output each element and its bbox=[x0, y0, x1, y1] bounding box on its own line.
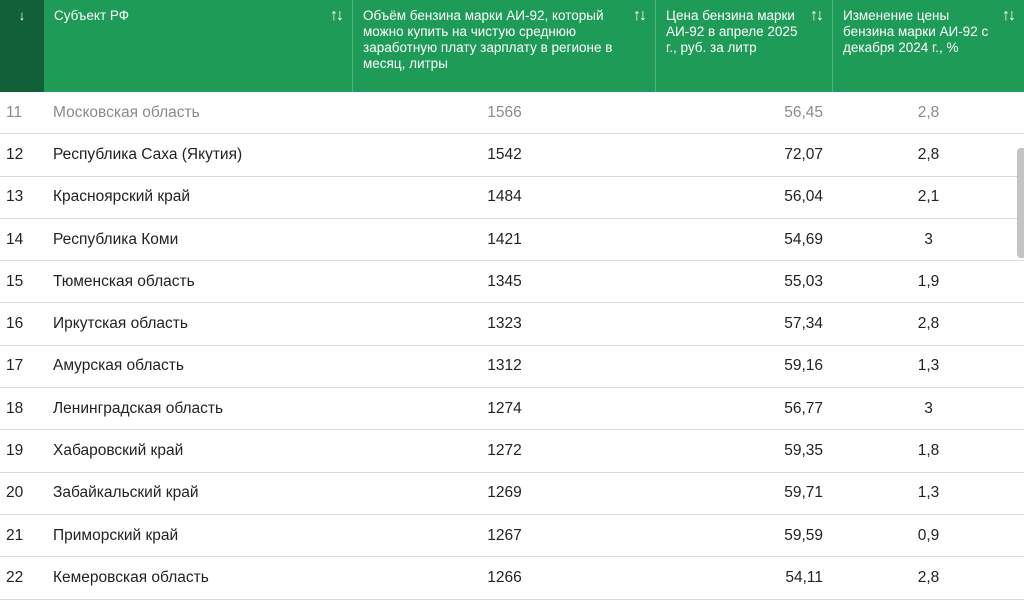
volume-cell: 1421 bbox=[487, 230, 522, 248]
region-cell: Красноярский край bbox=[53, 188, 191, 206]
table-row: 18 Ленинградская область 1274 56,77 3 bbox=[0, 388, 1024, 431]
region-cell: Ленинградская область bbox=[53, 399, 224, 417]
rank-cell: 12 bbox=[6, 145, 24, 163]
region-cell: Забайкальский край bbox=[53, 484, 199, 502]
column-header-label: Субъект РФ bbox=[54, 8, 129, 23]
table-row: 14 Республика Коми 1421 54,69 3 bbox=[0, 219, 1024, 262]
region-cell: Республика Саха (Якутия) bbox=[53, 145, 243, 163]
table-row: 22 Кемеровская область 1266 54,11 2,8 bbox=[0, 557, 1024, 600]
price-cell: 59,59 bbox=[784, 526, 823, 544]
column-header-price[interactable]: Цена бензина марки АИ-92 в апреле 2025 г… bbox=[656, 0, 833, 92]
change-cell: 1,9 bbox=[917, 272, 940, 290]
change-cell: 2,8 bbox=[917, 145, 940, 163]
price-cell: 59,71 bbox=[784, 484, 823, 502]
change-cell: 1,3 bbox=[917, 357, 940, 375]
volume-cell: 1274 bbox=[487, 399, 522, 417]
rank-cell: 22 bbox=[6, 568, 24, 586]
price-cell: 56,77 bbox=[784, 399, 823, 417]
change-cell: 0,9 bbox=[917, 526, 940, 544]
volume-cell: 1312 bbox=[487, 357, 522, 375]
table-row: 21 Приморский край 1267 59,59 0,9 bbox=[0, 515, 1024, 558]
change-cell: 3 bbox=[924, 399, 933, 417]
price-cell: 54,11 bbox=[785, 568, 823, 586]
price-cell: 72,07 bbox=[784, 145, 823, 163]
sort-icon[interactable]: ↑↓ bbox=[810, 8, 824, 24]
region-cell: Республика Коми bbox=[53, 230, 179, 248]
column-header-label: Изменение цены бензина марки АИ-92 с дек… bbox=[843, 8, 989, 55]
rank-cell: 11 bbox=[6, 103, 23, 121]
price-cell: 56,04 bbox=[784, 188, 823, 206]
rank-cell: 18 bbox=[6, 399, 24, 417]
volume-cell: 1484 bbox=[487, 188, 522, 206]
price-cell: 59,35 bbox=[784, 442, 823, 460]
change-cell: 2,1 bbox=[917, 188, 940, 206]
change-cell: 1,3 bbox=[917, 484, 940, 502]
column-header-label: Объём бензина марки АИ-92, который можно… bbox=[363, 8, 613, 71]
change-cell: 1,8 bbox=[917, 442, 940, 460]
arrow-down-icon: ↓ bbox=[18, 8, 26, 23]
table-row: 20 Забайкальский край 1269 59,71 1,3 bbox=[0, 473, 1024, 515]
rank-cell: 20 bbox=[6, 484, 24, 502]
table-row: 16 Иркутская область 1323 57,34 2,8 bbox=[0, 303, 1024, 346]
change-cell: 2,8 bbox=[917, 315, 940, 333]
volume-cell: 1269 bbox=[487, 484, 522, 502]
rank-cell: 19 bbox=[6, 442, 24, 460]
price-cell: 55,03 bbox=[784, 272, 823, 290]
volume-cell: 1345 bbox=[487, 272, 522, 290]
volume-cell: 1272 bbox=[487, 442, 522, 460]
column-header-label: Цена бензина марки АИ-92 в апреле 2025 г… bbox=[666, 8, 798, 55]
column-header-change[interactable]: Изменение цены бензина марки АИ-92 с дек… bbox=[833, 0, 1024, 92]
volume-cell: 1323 bbox=[487, 315, 522, 333]
volume-cell: 1267 bbox=[487, 526, 522, 544]
sort-icon[interactable]: ↑↓ bbox=[1002, 8, 1016, 24]
rank-cell: 13 bbox=[6, 188, 24, 206]
table-body: 11 Московская область 1566 56,45 2,8 12 … bbox=[0, 92, 1024, 600]
price-cell: 59,16 bbox=[784, 357, 823, 375]
region-cell: Амурская область bbox=[53, 357, 184, 375]
table-row: 17 Амурская область 1312 59,16 1,3 bbox=[0, 346, 1024, 389]
region-cell: Иркутская область bbox=[53, 315, 188, 333]
column-header-region[interactable]: Субъект РФ ↑↓ bbox=[44, 0, 353, 92]
region-cell: Московская область bbox=[53, 103, 200, 121]
region-cell: Тюменская область bbox=[53, 272, 195, 290]
rank-cell: 15 bbox=[6, 272, 24, 290]
table-row: 11 Московская область 1566 56,45 2,8 bbox=[0, 92, 1024, 135]
region-cell: Приморский край bbox=[53, 526, 179, 544]
rank-sort-header[interactable]: ↓ bbox=[0, 0, 44, 92]
rank-cell: 14 bbox=[6, 230, 24, 248]
table-row: 12 Республика Саха (Якутия) 1542 72,07 2… bbox=[0, 134, 1024, 177]
region-cell: Кемеровская область bbox=[53, 568, 209, 586]
table-row: 19 Хабаровский край 1272 59,35 1,8 bbox=[0, 430, 1024, 473]
volume-cell: 1566 bbox=[487, 103, 522, 121]
rank-cell: 21 bbox=[6, 526, 24, 544]
volume-cell: 1266 bbox=[487, 568, 522, 586]
rank-cell: 16 bbox=[6, 315, 24, 333]
volume-cell: 1542 bbox=[487, 145, 522, 163]
change-cell: 3 bbox=[924, 230, 933, 248]
table-row: 15 Тюменская область 1345 55,03 1,9 bbox=[0, 261, 1024, 304]
region-cell: Хабаровский край bbox=[53, 442, 184, 460]
price-cell: 56,45 bbox=[784, 103, 823, 121]
sort-icon[interactable]: ↑↓ bbox=[633, 8, 647, 24]
vertical-scrollbar[interactable] bbox=[1017, 148, 1024, 258]
data-table: ↓ Субъект РФ ↑↓ Объём бензина марки АИ-9… bbox=[0, 0, 1024, 600]
price-cell: 57,34 bbox=[784, 315, 823, 333]
column-header-volume[interactable]: Объём бензина марки АИ-92, который можно… bbox=[353, 0, 656, 92]
rank-cell: 17 bbox=[6, 357, 24, 375]
change-cell: 2,8 bbox=[917, 568, 940, 586]
sort-icon[interactable]: ↑↓ bbox=[330, 8, 344, 24]
price-cell: 54,69 bbox=[784, 230, 823, 248]
table-header: ↓ Субъект РФ ↑↓ Объём бензина марки АИ-9… bbox=[0, 0, 1024, 92]
change-cell: 2,8 bbox=[917, 103, 940, 121]
table-row: 13 Красноярский край 1484 56,04 2,1 bbox=[0, 177, 1024, 219]
